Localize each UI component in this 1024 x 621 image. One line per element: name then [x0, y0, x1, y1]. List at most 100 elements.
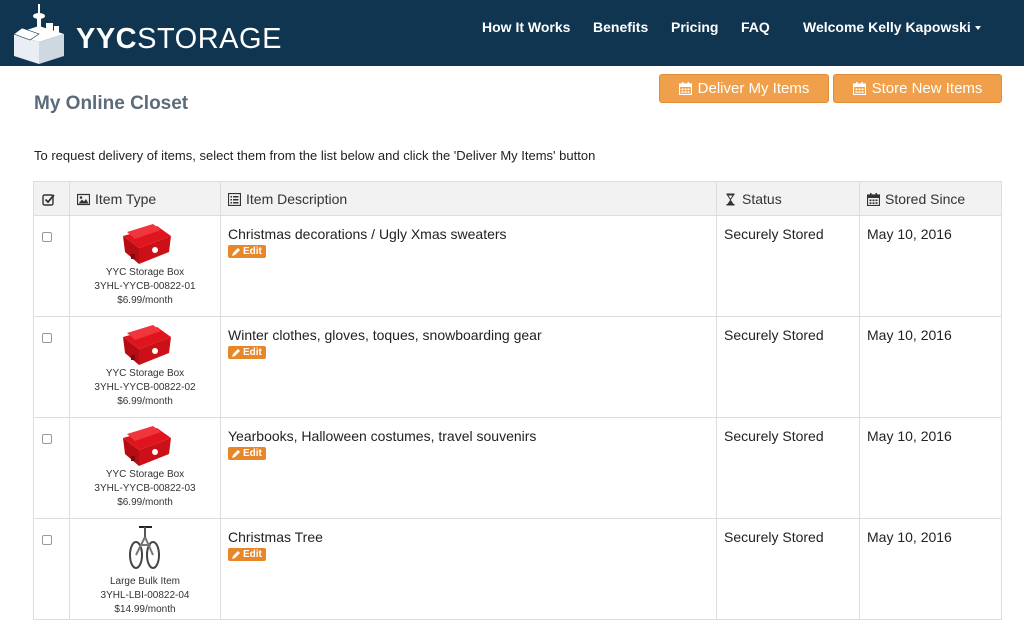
red-storage-box-image [123, 325, 171, 365]
table-row: Large Bulk Item 3YHL-LBI-00822-04 $14.99… [34, 519, 1001, 620]
row-checkbox[interactable] [42, 333, 52, 343]
item-stored-since: May 10, 2016 [867, 529, 952, 545]
top-navbar: YYCSTORAGE How It Works Benefits Pricing… [0, 0, 1024, 66]
item-type-cell: Large Bulk Item 3YHL-LBI-00822-04 $14.99… [69, 519, 220, 619]
item-status: Securely Stored [724, 428, 824, 444]
nav-how-it-works[interactable]: How It Works [482, 19, 570, 35]
item-type-name: YYC Storage Box [105, 368, 185, 379]
status-cell: Securely Stored [716, 519, 859, 619]
header-item-description-label: Item Description [246, 191, 348, 207]
row-checkbox[interactable] [42, 434, 52, 444]
table-row: YYC Storage Box 3YHL-YYCB-00822-01 $6.99… [34, 216, 1001, 317]
brand-name-light: STORAGE [137, 23, 282, 55]
stored-since-cell: May 10, 2016 [859, 519, 1003, 619]
table-row: YYC Storage Box 3YHL-YYCB-00822-03 $6.99… [34, 418, 1001, 519]
edit-button[interactable]: Edit [228, 447, 266, 460]
edit-label: Edit [243, 246, 262, 257]
caret-down-icon [974, 26, 981, 31]
calendar-icon [867, 192, 880, 206]
item-status: Securely Stored [724, 226, 824, 242]
hourglass-icon [726, 193, 735, 205]
stored-since-cell: May 10, 2016 [859, 418, 1003, 518]
select-all-header[interactable] [34, 182, 70, 216]
red-storage-box-image [123, 426, 171, 466]
red-storage-box-image [123, 224, 171, 264]
picture-icon [77, 193, 90, 205]
header-item-type-label: Item Type [95, 191, 157, 207]
item-stored-since: May 10, 2016 [867, 327, 952, 343]
user-menu-dropdown[interactable]: Welcome Kelly Kapowski [803, 19, 981, 35]
edit-label: Edit [243, 347, 262, 358]
item-status: Securely Stored [724, 327, 824, 343]
item-description-cell: Yearbooks, Halloween costumes, travel so… [220, 418, 716, 518]
row-select-cell [34, 418, 69, 518]
row-checkbox[interactable] [42, 535, 52, 545]
row-select-cell [34, 519, 69, 619]
item-price: $6.99/month [117, 497, 173, 508]
item-code: 3YHL-YYCB-00822-02 [94, 382, 196, 393]
status-cell: Securely Stored [716, 418, 859, 518]
item-description: Yearbooks, Halloween costumes, travel so… [228, 428, 537, 444]
row-select-cell [34, 216, 69, 316]
nav-pricing[interactable]: Pricing [671, 19, 718, 35]
table-header: Item Type Item Description Status Stored… [34, 182, 1001, 216]
header-stored-since: Stored Since [859, 182, 1003, 216]
header-status-label: Status [742, 191, 782, 207]
item-type-cell: YYC Storage Box 3YHL-YYCB-00822-02 $6.99… [69, 317, 220, 417]
item-description-cell: Christmas decorations / Ugly Xmas sweate… [220, 216, 716, 316]
deliver-my-items-button[interactable]: Deliver My Items [659, 74, 829, 103]
bicycle-image [129, 526, 160, 569]
calendar-icon [852, 82, 866, 95]
item-type-name: YYC Storage Box [105, 469, 185, 480]
item-code: 3YHL-YYCB-00822-03 [94, 483, 196, 494]
item-price: $14.99/month [114, 604, 176, 615]
instructions-text: To request delivery of items, select the… [34, 148, 596, 163]
item-price: $6.99/month [117, 295, 173, 306]
item-description-cell: Winter clothes, gloves, toques, snowboar… [220, 317, 716, 417]
header-stored-since-label: Stored Since [885, 191, 966, 207]
item-stored-since: May 10, 2016 [867, 226, 952, 242]
closet-items-table: Item Type Item Description Status Stored… [33, 181, 1002, 620]
deliver-my-items-label: Deliver My Items [697, 80, 810, 97]
status-cell: Securely Stored [716, 216, 859, 316]
nav-faq[interactable]: FAQ [741, 19, 770, 35]
header-item-type: Item Type [69, 182, 221, 216]
item-code: 3YHL-LBI-00822-04 [100, 590, 190, 601]
stored-since-cell: May 10, 2016 [859, 216, 1003, 316]
edit-button[interactable]: Edit [228, 346, 266, 359]
user-menu-label: Welcome Kelly Kapowski [803, 19, 971, 35]
row-select-cell [34, 317, 69, 417]
pencil-icon [232, 247, 240, 256]
check-square-icon [42, 193, 55, 206]
item-type-name: YYC Storage Box [105, 267, 185, 278]
table-row: YYC Storage Box 3YHL-YYCB-00822-02 $6.99… [34, 317, 1001, 418]
store-new-items-button[interactable]: Store New Items [833, 74, 1002, 103]
item-description: Christmas decorations / Ugly Xmas sweate… [228, 226, 507, 242]
row-checkbox[interactable] [42, 232, 52, 242]
list-alt-icon [228, 192, 241, 206]
pencil-icon [232, 449, 240, 458]
item-code: 3YHL-YYCB-00822-01 [94, 281, 196, 292]
item-status: Securely Stored [724, 529, 824, 545]
pencil-icon [232, 348, 240, 357]
nav-benefits[interactable]: Benefits [593, 19, 648, 35]
header-status: Status [716, 182, 859, 216]
item-type-cell: YYC Storage Box 3YHL-YYCB-00822-03 $6.99… [69, 418, 220, 518]
item-description: Christmas Tree [228, 529, 323, 545]
item-description: Winter clothes, gloves, toques, snowboar… [228, 327, 542, 343]
edit-button[interactable]: Edit [228, 245, 266, 258]
item-price: $6.99/month [117, 396, 173, 407]
calgary-tower-box-logo-icon [13, 4, 64, 64]
edit-label: Edit [243, 448, 262, 459]
pencil-icon [232, 550, 240, 559]
edit-button[interactable]: Edit [228, 548, 266, 561]
stored-since-cell: May 10, 2016 [859, 317, 1003, 417]
status-cell: Securely Stored [716, 317, 859, 417]
item-stored-since: May 10, 2016 [867, 428, 952, 444]
header-item-description: Item Description [220, 182, 716, 216]
brand-name-bold: YYC [76, 23, 138, 55]
item-type-cell: YYC Storage Box 3YHL-YYCB-00822-01 $6.99… [69, 216, 220, 316]
store-new-items-label: Store New Items [871, 80, 983, 97]
item-description-cell: Christmas Tree Edit [220, 519, 716, 619]
edit-label: Edit [243, 549, 262, 560]
